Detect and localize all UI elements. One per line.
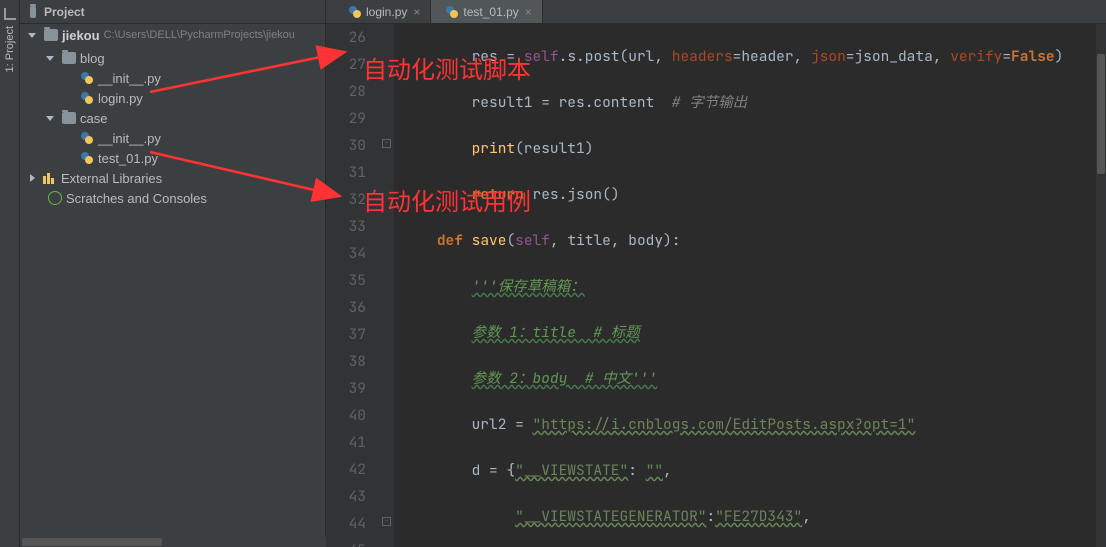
tree-scratches[interactable]: Scratches and Consoles: [20, 188, 325, 208]
project-tool-label: 1: Project: [4, 26, 16, 72]
scrollbar-thumb[interactable]: [22, 538, 162, 546]
fold-column: − −: [380, 24, 394, 547]
line-number: 41: [326, 429, 366, 456]
line-number: 30: [326, 132, 366, 159]
python-file-icon: [445, 5, 459, 19]
line-number: 31: [326, 159, 366, 186]
line-number: 34: [326, 240, 366, 267]
vertical-scrollbar[interactable]: [1096, 24, 1106, 547]
tab-label: login.py: [366, 5, 407, 19]
tree-label: Scratches and Consoles: [66, 191, 207, 206]
chevron-down-icon: [46, 56, 54, 61]
tree-label: case: [80, 111, 107, 126]
code-content[interactable]: res = self.s.post(url, headers=header, j…: [394, 24, 1106, 547]
line-number: 26: [326, 24, 366, 51]
close-icon[interactable]: ×: [413, 5, 420, 19]
close-icon[interactable]: ×: [525, 5, 532, 19]
line-number: 32: [326, 186, 366, 213]
line-gutter: 26 27 28 29 30 31 32 33 34 35 36 37 38 3…: [326, 24, 380, 547]
tree-file-blog-login[interactable]: login.py: [20, 88, 325, 108]
line-number: 39: [326, 375, 366, 402]
folder-icon: [62, 52, 76, 64]
horizontal-scrollbar[interactable]: [20, 537, 326, 547]
project-root-icon: [44, 29, 58, 41]
tree-file-blog-init[interactable]: __init__.py: [20, 68, 325, 88]
project-root-name: jiekou: [62, 28, 100, 43]
line-number: 43: [326, 483, 366, 510]
line-number: 44: [326, 510, 366, 537]
editor-area: login.py × test_01.py × 26 27 28 29 30 3…: [326, 0, 1106, 547]
line-number: 33: [326, 213, 366, 240]
scratches-icon: [48, 191, 62, 205]
tree-label: __init__.py: [98, 131, 161, 146]
python-file-icon: [348, 5, 362, 19]
panel-title: Project: [44, 5, 85, 19]
python-file-icon: [80, 131, 94, 145]
tab-login[interactable]: login.py ×: [334, 0, 431, 23]
project-root-path: C:\Users\DELL\PycharmProjects\jiekou: [104, 29, 295, 41]
line-number: 40: [326, 402, 366, 429]
folder-icon: [62, 112, 76, 124]
fold-toggle-icon[interactable]: −: [382, 517, 391, 526]
folder-icon: [26, 6, 40, 18]
editor-tabs: login.py × test_01.py ×: [326, 0, 1106, 24]
tree-external-libraries[interactable]: External Libraries: [20, 168, 325, 188]
libraries-icon: [43, 172, 57, 184]
line-number: 42: [326, 456, 366, 483]
line-number: 28: [326, 78, 366, 105]
tab-test01[interactable]: test_01.py ×: [431, 0, 542, 23]
chevron-down-icon: [28, 33, 36, 38]
project-panel: Project jiekou C:\Users\DELL\PycharmProj…: [20, 0, 326, 547]
tool-window-bar[interactable]: 1: Project: [0, 0, 20, 547]
line-number: 36: [326, 294, 366, 321]
panel-header: Project: [20, 0, 325, 24]
chevron-right-icon: [30, 174, 35, 182]
tree-file-case-test01[interactable]: test_01.py: [20, 148, 325, 168]
tree-label: test_01.py: [98, 151, 158, 166]
tree-dir-case[interactable]: case: [20, 108, 325, 128]
python-file-icon: [80, 91, 94, 105]
scrollbar-thumb[interactable]: [1097, 54, 1105, 174]
tree-label: __init__.py: [98, 71, 161, 86]
line-number: 27: [326, 51, 366, 78]
project-tool-icon: [4, 8, 16, 20]
editor-body[interactable]: 26 27 28 29 30 31 32 33 34 35 36 37 38 3…: [326, 24, 1106, 547]
python-file-icon: [80, 151, 94, 165]
tree-label: External Libraries: [61, 171, 162, 186]
project-root-row[interactable]: jiekou C:\Users\DELL\PycharmProjects\jie…: [20, 24, 325, 46]
line-number: 37: [326, 321, 366, 348]
tree-label: blog: [80, 51, 105, 66]
tree-label: login.py: [98, 91, 143, 106]
project-tree: blog __init__.py login.py case: [20, 46, 325, 208]
tab-label: test_01.py: [463, 5, 518, 19]
python-file-icon: [80, 71, 94, 85]
tree-dir-blog[interactable]: blog: [20, 48, 325, 68]
line-number: 29: [326, 105, 366, 132]
line-number: 38: [326, 348, 366, 375]
fold-toggle-icon[interactable]: −: [382, 139, 391, 148]
line-number: 45: [326, 537, 366, 547]
chevron-down-icon: [46, 116, 54, 121]
line-number: 35: [326, 267, 366, 294]
tree-file-case-init[interactable]: __init__.py: [20, 128, 325, 148]
